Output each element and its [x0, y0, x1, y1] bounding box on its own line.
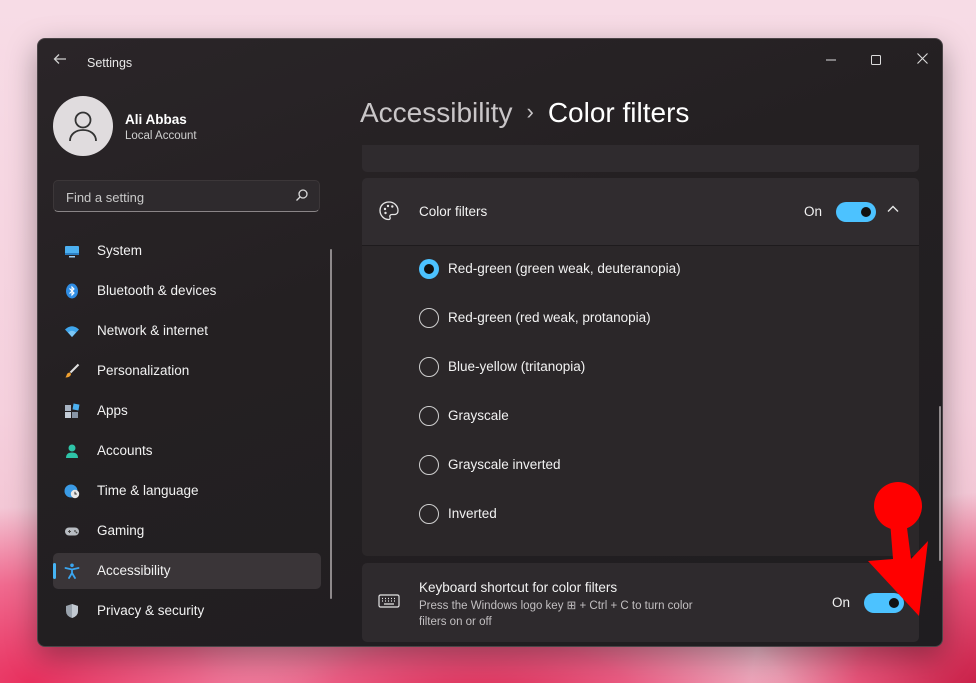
- radio-button-selected[interactable]: [419, 259, 439, 279]
- sidebar-item-label: Accounts: [97, 443, 153, 458]
- close-icon: [916, 53, 928, 64]
- sidebar-item-label: Privacy & security: [97, 603, 205, 618]
- filter-option-label: Red-green (green weak, deuteranopia): [448, 261, 681, 276]
- sidebar-item-network[interactable]: Network & internet: [53, 313, 321, 349]
- app-title: Settings: [87, 56, 133, 70]
- sidebar-item-personalization[interactable]: Personalization: [53, 353, 321, 389]
- keyboard-icon: [378, 594, 400, 608]
- radio-button[interactable]: [419, 455, 439, 475]
- sidebar-item-privacy[interactable]: Privacy & security: [53, 593, 321, 629]
- description-line-1: Press the Windows logo key ⊞ + Ctrl + C …: [419, 600, 693, 612]
- search-icon[interactable]: [295, 188, 309, 202]
- avatar[interactable]: [53, 96, 113, 156]
- breadcrumb: Accessibility › Color filters: [360, 97, 689, 129]
- sidebar-item-time-language[interactable]: Time & language: [53, 473, 321, 509]
- toggle-knob: [861, 207, 871, 217]
- user-name: Ali Abbas: [125, 112, 187, 127]
- color-filters-state: On: [804, 204, 823, 219]
- filter-option-label: Inverted: [448, 506, 497, 521]
- search-input[interactable]: [64, 187, 288, 207]
- shield-icon: [66, 604, 78, 618]
- sidebar-item-label: Network & internet: [97, 323, 209, 338]
- keyboard-shortcut-description: Press the Windows logo key ⊞ + Ctrl + C …: [419, 598, 739, 630]
- close-button[interactable]: [899, 45, 942, 75]
- sidebar-item-accounts[interactable]: Accounts: [53, 433, 321, 469]
- filter-option-label: Grayscale inverted: [448, 457, 561, 472]
- accessibility-icon: [64, 563, 80, 579]
- radio-button[interactable]: [419, 406, 439, 426]
- search-box[interactable]: [53, 180, 320, 212]
- color-filters-label: Color filters: [419, 204, 488, 219]
- filter-option-label: Blue-yellow (tritanopia): [448, 359, 586, 374]
- back-button[interactable]: [50, 52, 70, 72]
- bluetooth-icon: [66, 283, 78, 299]
- radio-button[interactable]: [419, 504, 439, 524]
- color-filters-header[interactable]: Color filters On: [362, 178, 919, 246]
- wifi-icon: [65, 326, 79, 337]
- gamepad-icon: [65, 527, 79, 536]
- filter-option-label: Grayscale: [448, 408, 509, 423]
- back-arrow-icon: [53, 54, 66, 64]
- page-title: Color filters: [547, 97, 690, 128]
- person-icon: [66, 444, 78, 458]
- keyboard-shortcut-label: Keyboard shortcut for color filters: [419, 580, 618, 595]
- keyboard-shortcut-card: Keyboard shortcut for color filters Pres…: [362, 563, 919, 642]
- apps-icon: [65, 403, 80, 418]
- radio-button[interactable]: [419, 357, 439, 377]
- selection-indicator: [53, 563, 56, 579]
- color-filters-card: Color filters On Red-green (green weak, …: [362, 178, 919, 556]
- description-line-2: filters on or off: [419, 616, 492, 628]
- account-type: Local Account: [125, 130, 197, 142]
- sidebar-item-bluetooth[interactable]: Bluetooth & devices: [53, 273, 321, 309]
- minimize-button[interactable]: [808, 45, 854, 75]
- sidebar-item-label: Gaming: [97, 523, 145, 538]
- sidebar-item-apps[interactable]: Apps: [53, 393, 321, 429]
- sidebar-item-label: Accessibility: [97, 563, 171, 578]
- maximize-icon: [871, 55, 881, 65]
- chevron-up-icon[interactable]: [886, 202, 900, 216]
- brush-icon: [65, 363, 80, 378]
- sidebar-item-accessibility[interactable]: Accessibility: [53, 553, 321, 589]
- sidebar-item-label: Personalization: [97, 363, 190, 378]
- sidebar-item-label: Time & language: [97, 483, 199, 498]
- breadcrumb-parent[interactable]: Accessibility: [360, 97, 512, 128]
- previous-setting-card: [362, 145, 919, 172]
- title-bar: Settings: [38, 39, 942, 85]
- globe-clock-icon: [64, 484, 80, 499]
- settings-window: Settings Ali Abbas Local Account System: [37, 38, 943, 647]
- sidebar-scrollbar[interactable]: [330, 249, 332, 599]
- sidebar-nav: System Bluetooth & devices Network & int…: [53, 233, 321, 633]
- keyboard-shortcut-state: On: [832, 595, 851, 610]
- palette-icon: [379, 201, 399, 221]
- sidebar-item-label: Bluetooth & devices: [97, 283, 217, 298]
- filter-option-label: Red-green (red weak, protanopia): [448, 310, 651, 325]
- sidebar-item-label: Apps: [97, 403, 128, 418]
- sidebar-item-gaming[interactable]: Gaming: [53, 513, 321, 549]
- color-filters-toggle[interactable]: [836, 202, 876, 222]
- maximize-button[interactable]: [853, 45, 899, 75]
- monitor-icon: [65, 246, 79, 258]
- user-icon: [69, 111, 97, 142]
- breadcrumb-separator: ›: [526, 99, 534, 124]
- minimize-icon: [826, 59, 836, 61]
- radio-button[interactable]: [419, 308, 439, 328]
- sidebar-item-system[interactable]: System: [53, 233, 321, 269]
- sidebar-item-label: System: [97, 243, 143, 258]
- red-arrow-annotation: [868, 482, 928, 616]
